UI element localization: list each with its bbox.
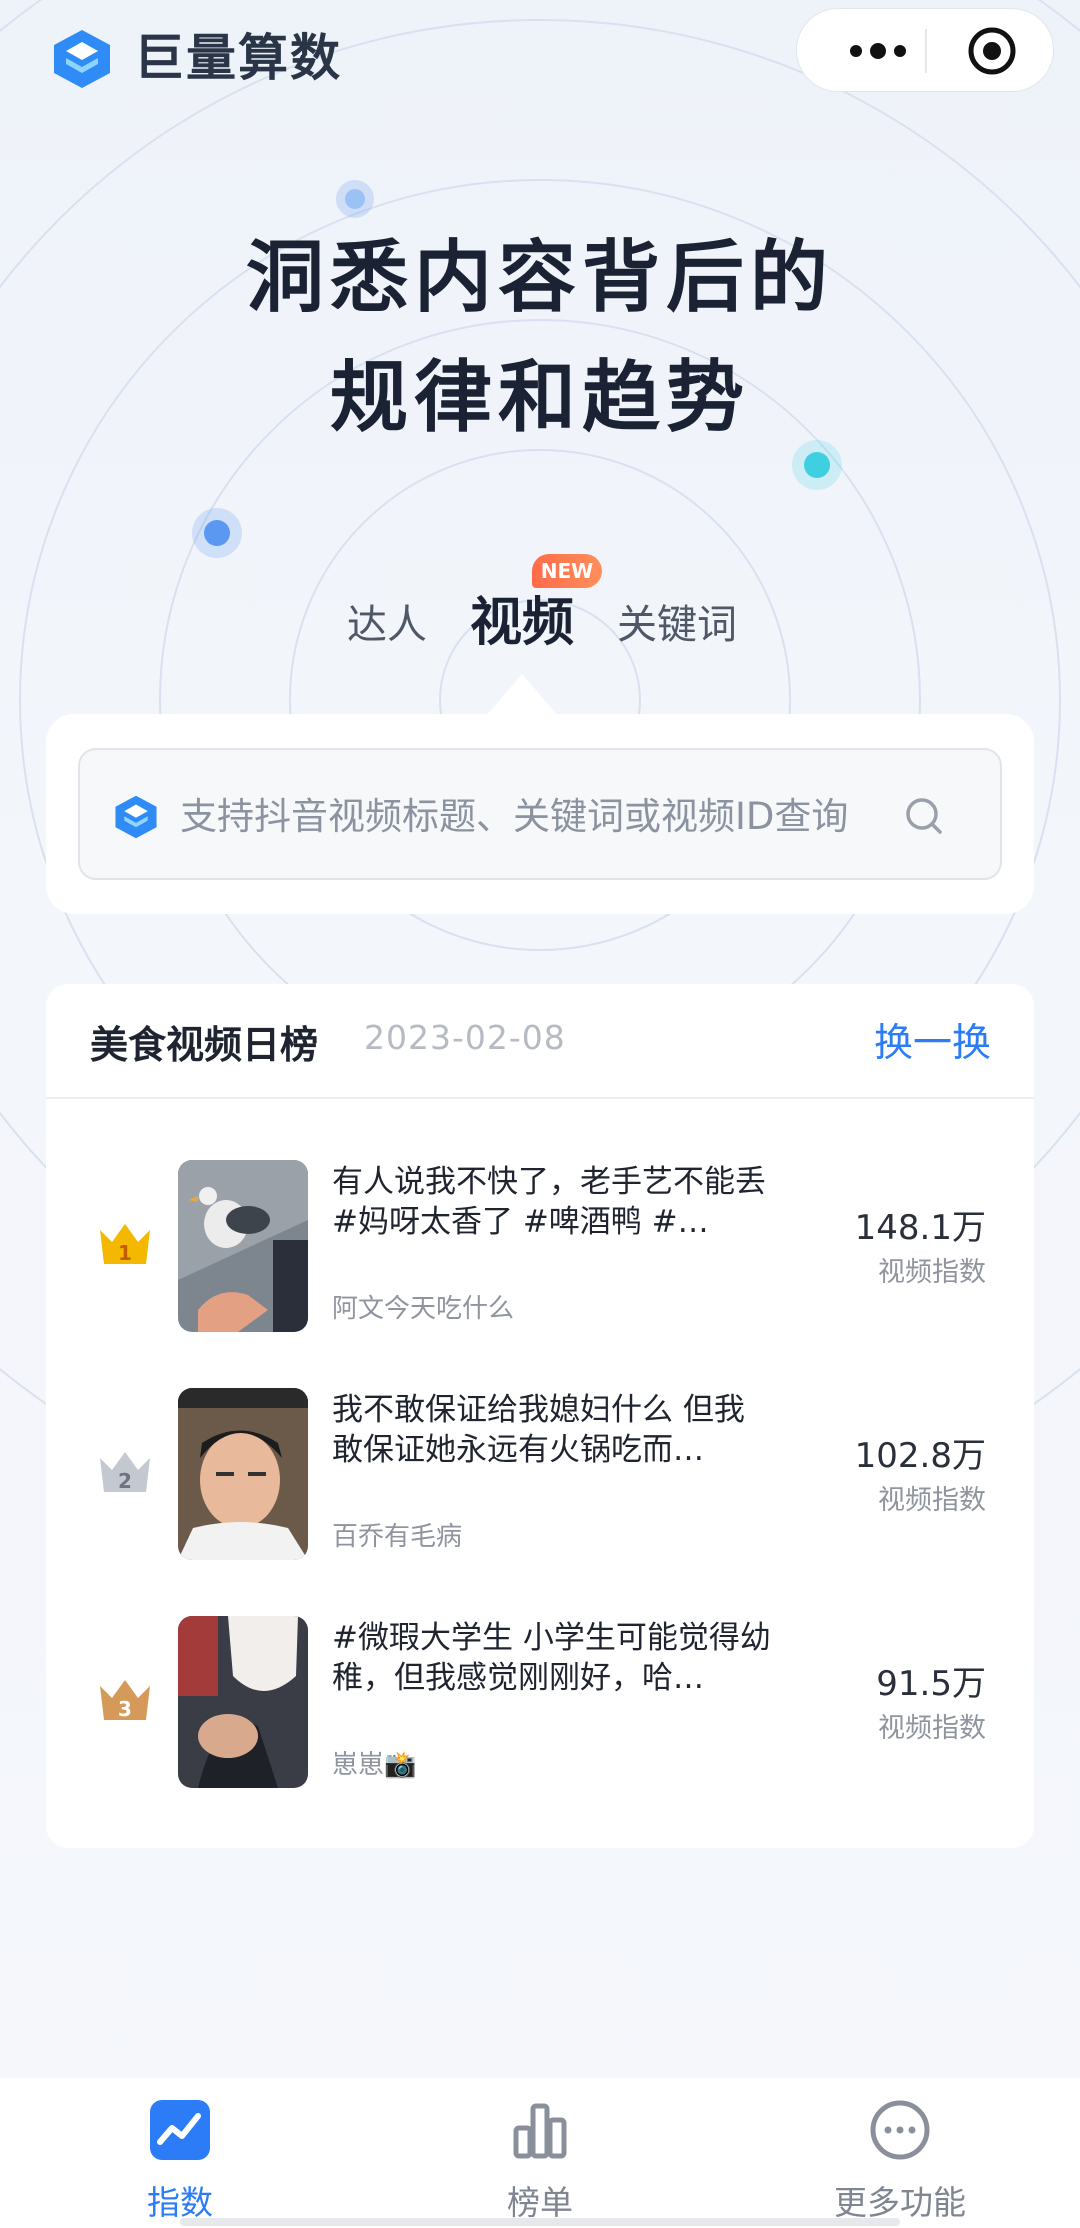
nav-item-more[interactable]: 更多功能 — [800, 2078, 1000, 2228]
silver-crown-icon: 2 — [100, 1452, 150, 1493]
ranking-row[interactable]: 3 #微瑕大学生 小学生可能觉得幼稚，但我感觉刚刚好，哈… 崽崽📸 91.5万 … — [46, 1616, 1034, 1792]
nav-label-more: 更多功能 — [834, 2183, 966, 2222]
video-index-value: 148.1万 — [854, 1208, 986, 1248]
refresh-button[interactable]: 换一换 — [874, 1012, 991, 1068]
app-header: 巨量算数 — [0, 0, 1080, 120]
rank-number: 3 — [118, 1697, 132, 1721]
decorative-dot — [204, 520, 230, 546]
brand-logo-icon — [54, 30, 110, 88]
more-dots-icon[interactable] — [833, 33, 923, 69]
search-placeholder: 支持抖音视频标题、关键词或视频ID查询 — [180, 795, 849, 838]
ranking-date: 2023-02-08 — [364, 1018, 566, 1057]
tab-video[interactable]: 视频 — [470, 580, 574, 655]
home-indicator — [180, 2218, 900, 2226]
video-index-label: 视频指数 — [878, 1257, 986, 1288]
search-icon[interactable] — [902, 794, 946, 838]
trend-chart-icon — [150, 2100, 210, 2160]
nav-item-index[interactable]: 指数 — [80, 2078, 280, 2228]
bronze-crown-icon: 3 — [100, 1680, 150, 1721]
search-card: 支持抖音视频标题、关键词或视频ID查询 — [46, 714, 1034, 914]
app-page: 巨量算数 洞悉内容背后的 规律和趋势 达人 视频 关键词 NEW 支持抖音视频标… — [0, 0, 1080, 2228]
video-author: 阿文今天吃什么 — [332, 1294, 515, 1324]
nav-label-index: 指数 — [147, 2183, 213, 2222]
video-author: 百乔有毛病 — [332, 1522, 463, 1552]
active-tab-pointer — [486, 674, 558, 716]
video-title[interactable]: #微瑕大学生 小学生可能觉得幼稚，但我感觉刚刚好，哈… — [332, 1618, 772, 1698]
ranking-row[interactable]: 2 我不敢保证给我媳妇什么 但我敢保证她永远有火锅吃而… 百乔有毛病 102.8… — [46, 1388, 1034, 1564]
nav-item-ranking[interactable]: 榜单 — [440, 2078, 640, 2228]
video-index-label: 视频指数 — [878, 1713, 986, 1744]
decorative-dot — [345, 189, 365, 209]
thumbnail-image — [178, 1616, 308, 1788]
ranking-title: 美食视频日榜 — [90, 1023, 319, 1067]
close-target-icon[interactable] — [967, 26, 1017, 76]
bottom-nav: 指数 榜单 更多功能 — [0, 2078, 1080, 2228]
tab-talent[interactable]: 达人 — [347, 592, 427, 650]
video-author: 崽崽📸 — [332, 1750, 417, 1780]
gold-crown-icon: 1 — [100, 1224, 150, 1265]
new-badge: NEW — [532, 554, 602, 588]
rank-number: 1 — [118, 1241, 132, 1265]
rank-number: 2 — [118, 1469, 132, 1493]
video-title[interactable]: 有人说我不快了，老手艺不能丢 #妈呀太香了 #啤酒鸭 #… — [332, 1162, 772, 1242]
video-thumbnail[interactable] — [178, 1616, 308, 1788]
video-index-label: 视频指数 — [878, 1485, 986, 1516]
capsule-divider — [925, 29, 927, 73]
search-input[interactable]: 支持抖音视频标题、关键词或视频ID查询 — [78, 748, 1002, 880]
decorative-dot — [804, 452, 830, 478]
ranking-header: 美食视频日榜 2023-02-08 换一换 — [46, 984, 1034, 1099]
nav-label-ranking: 榜单 — [507, 2183, 573, 2222]
bar-chart-icon — [513, 2103, 567, 2159]
hero-title-line-1: 洞悉内容背后的 — [245, 233, 834, 323]
hero-title-line-2: 规律和趋势 — [329, 353, 750, 443]
tab-keyword[interactable]: 关键词 — [617, 592, 737, 650]
ranking-card: 美食视频日榜 2023-02-08 换一换 1 有人说我不快了，老手艺不能丢 #… — [46, 984, 1034, 1848]
video-index-value: 102.8万 — [854, 1436, 986, 1476]
video-thumbnail[interactable] — [178, 1160, 308, 1332]
video-thumbnail[interactable] — [178, 1388, 308, 1560]
more-circle-icon — [870, 2100, 930, 2160]
thumbnail-image — [178, 1160, 308, 1332]
mini-program-capsule — [796, 8, 1054, 92]
video-index-value: 91.5万 — [876, 1664, 986, 1704]
brand-name: 巨量算数 — [134, 29, 342, 87]
thumbnail-image — [178, 1388, 308, 1560]
ranking-row[interactable]: 1 有人说我不快了，老手艺不能丢 #妈呀太香了 #啤酒鸭 #… 阿文今天吃什么 … — [46, 1160, 1034, 1336]
brand-logo-icon — [115, 795, 157, 839]
video-title[interactable]: 我不敢保证给我媳妇什么 但我敢保证她永远有火锅吃而… — [332, 1390, 772, 1470]
